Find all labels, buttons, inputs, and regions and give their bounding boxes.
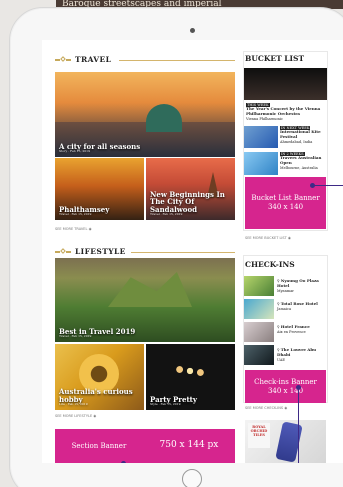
travel-feature-meta: Story · Feb 15, 2019 [59,148,90,153]
travel-card-2-meta: Travel · Feb 15, 2019 [150,211,183,216]
promo-badge: ROYAL ORCHID TILES [248,423,270,448]
bucket-banner-size: 340 x 140 [267,203,304,211]
checkins-pin [296,385,301,463]
ornament-icon [55,55,71,63]
bucket-item-2-title: International Kite Festival [280,129,321,139]
lifestyle-feature-meta: Travel · Feb 15, 2019 [59,333,92,338]
tablet-frame: TRAVEL A city for all seasons Story · Fe… [9,7,343,487]
bucket-item-3-title: Travers Australian Open [280,155,322,165]
travel-feature-card[interactable]: A city for all seasons Story · Feb 15, 2… [55,72,235,157]
section-banner-label: Section Banner [71,441,127,450]
checkin-item-3-title: Hotel France [280,324,310,329]
ornament-icon [55,247,71,255]
lifestyle-card-2[interactable]: Party Pretty Style · Feb 15, 2019 [146,344,235,410]
checkin-item-4-title: The Louvre Abu Dhabi [277,347,317,357]
dome-image [146,104,182,132]
checkin-item-3[interactable]: ⚲ Hotel France Aix en Provence [277,324,326,334]
tennis-image[interactable] [244,152,278,175]
mountain-image [108,272,192,307]
bucket-item-1-meta: Vienna Philharmonic [246,116,283,121]
lifestyle-see-more[interactable]: SEE MORE LIFESTYLE ◉ [55,414,96,418]
home-button[interactable] [182,469,202,487]
checkin-image-3[interactable] [244,322,274,342]
checkin-item-2-meta: Jamaica [277,306,292,311]
travel-see-more-label[interactable]: SEE MORE TRAVEL [55,227,87,231]
checkins-see-more[interactable]: SEE MORE CHECK-INS ◉ [245,406,287,410]
checkin-item-3-meta: Aix en Provence [277,329,306,334]
lifestyle-card-1-overlay: Australia's curious hobby Life · Feb 15,… [59,388,144,406]
travel-see-more[interactable]: SEE MORE TRAVEL ◉ [55,227,92,231]
checkins-banner-size: 340 x 140 [267,386,304,395]
bucket-item-3[interactable]: IN 2 WEEKS Travers Australian Open Melbo… [280,152,327,170]
travel-card-2[interactable]: New Beginnings In The City Of Sandalwood… [146,158,235,220]
lifestyle-rule [131,252,235,253]
kite-festival-image[interactable] [244,126,278,148]
travel-card-1-meta: Travel · Feb 15, 2019 [59,211,92,216]
bucket-list-see-more[interactable]: SEE MORE BUCKET LIST ◉ [245,236,291,240]
checkin-item-1-meta: Myanmar [277,288,294,293]
bucket-see-more-label[interactable]: SEE MORE BUCKET LIST [245,236,287,240]
lifestyle-heading: LIFESTYLE [55,247,126,256]
checkin-item-1[interactable]: ⚲ Nyaung Oo Plaza Hotel Myanmar [277,278,326,293]
checkin-item-4-meta: UAE [277,357,285,362]
checkin-item-4[interactable]: ⚲ The Louvre Abu Dhabi UAE [277,347,326,362]
checkin-item-2-title: Total Rose Hotel [280,301,318,306]
checkin-image-2[interactable] [244,299,274,319]
lifestyle-card-2-meta: Style · Feb 15, 2019 [150,401,181,406]
lifestyle-feature-card[interactable]: Best in Travel 2019 Travel · Feb 15, 201… [55,258,235,342]
lifestyle-card-1-meta: Life · Feb 15, 2019 [59,401,88,406]
bucket-item-2[interactable]: IN NEXT WEEK International Kite Festival… [280,126,327,144]
bucket-item-1[interactable]: THIS WEEK The Year's Concert by the Vien… [246,103,326,121]
checkins-see-more-label[interactable]: SEE MORE CHECK-INS [245,406,283,410]
travel-rule [119,60,235,61]
checkins-banner-label: Check-ins Banner [254,377,317,386]
lifestyle-card-1[interactable]: Australia's curious hobby Life · Feb 15,… [55,344,144,410]
travel-card-1-overlay: Phalthamsey Travel · Feb 15, 2019 [59,205,109,216]
lifestyle-see-more-label[interactable]: SEE MORE LIFESTYLE [55,414,92,418]
bucket-banner-label: Bucket List Banner [251,194,320,203]
bucket-list-title: BUCKET LIST [245,54,305,63]
travel-card-1[interactable]: Phalthamsey Travel · Feb 15, 2019 [55,158,144,220]
travel-title: TRAVEL [75,55,112,64]
checkin-image-1[interactable] [244,276,274,296]
checkin-image-4[interactable] [244,345,274,365]
section-banner[interactable]: Section Banner 750 x 144 px [55,429,235,463]
checkins-banner[interactable]: Check-ins Banner 340 x 140 [245,370,326,403]
travel-card-2-title-line-2: The City Of Sandalwood [150,197,198,214]
lifestyle-title: LIFESTYLE [75,247,126,256]
checkins-title: CHECK-INS [245,260,295,269]
lifestyle-feature-overlay: Best in Travel 2019 Travel · Feb 15, 201… [59,327,135,338]
lifestyle-card-2-overlay: Party Pretty Style · Feb 15, 2019 [150,395,197,406]
party-lights-image [164,356,216,386]
checkin-item-1-title: Nyaung Oo Plaza Hotel [277,278,319,288]
camera-dot [190,28,195,33]
promo-card[interactable]: ROYAL ORCHID TILES [245,420,326,463]
bucket-item-2-meta: Ahmedabad, India [280,139,313,144]
map-pin-icon: ⚲ [277,302,280,306]
bucket-item-3-meta: Melbourne, Australia [280,165,318,170]
checkin-item-2[interactable]: ⚲ Total Rose Hotel Jamaica [277,301,326,311]
bucket-list-pin [310,183,343,188]
concert-image[interactable] [244,68,327,100]
map-pin-icon: ⚲ [277,325,280,329]
travel-card-2-overlay: New Beginnings In The City Of Sandalwood… [150,190,235,216]
section-banner-size: 750 x 144 px [159,440,219,451]
bucket-item-1-title: The Year's Concert by the Vienna Philhar… [246,106,321,116]
tablet-screen: TRAVEL A city for all seasons Story · Fe… [42,40,343,463]
travel-feature-overlay: A city for all seasons Story · Feb 15, 2… [59,142,140,153]
lifestyle-card-1-title: Australia's curious hobby [59,387,133,404]
travel-heading: TRAVEL [55,55,111,64]
